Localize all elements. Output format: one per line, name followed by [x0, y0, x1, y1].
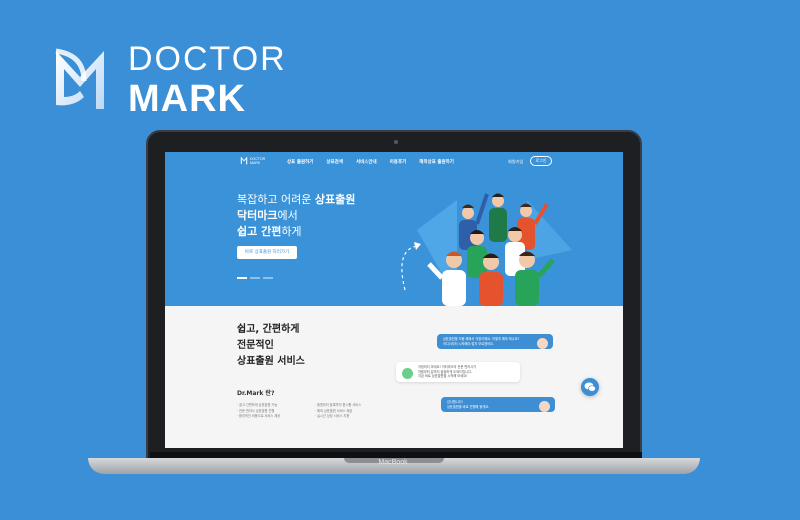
slider-dot-1[interactable] [237, 277, 247, 279]
chat-bubble-question: 상표출원을 처음 해봐서 걱정이에요. 어떻게 해야 하나요? 어디서부터 시작… [437, 334, 553, 350]
services-title-line-3: 상표출원 서비스 [237, 356, 305, 367]
site-logo[interactable]: DOCTOR MARK [240, 156, 265, 165]
laptop-screen: DOCTOR MARK 상표 출원하기 상표검색 서비스안내 이용후기 해외상표… [165, 152, 623, 448]
list-item: · 쉽고 간편하게 상표출원 가능 [237, 403, 278, 407]
nav-item-overseas[interactable]: 해외상표 출원하기 [419, 159, 454, 165]
brand-wordmark: DOCTOR MARK [128, 42, 287, 118]
doctor-avatar [402, 368, 413, 379]
nav-item-reviews[interactable]: 이용후기 [390, 159, 407, 165]
user-avatar [539, 401, 550, 412]
about-subtitle: Dr.Mark 란? [237, 390, 275, 397]
signup-link[interactable]: 회원가입 [508, 159, 523, 165]
list-item: · 실시간 상담 서비스 지원 [315, 414, 350, 419]
hero-line-3-light: 하게 [281, 225, 302, 238]
nav-item-search[interactable]: 상표검색 [326, 159, 343, 165]
laptop-frame: DOCTOR MARK 상표 출원하기 상표검색 서비스안내 이용후기 해외상표… [146, 130, 642, 460]
services-title-line-2: 전문적인 [237, 340, 274, 351]
site-logo-line-1: DOCTOR [250, 156, 266, 161]
login-button[interactable]: 로그인 [530, 156, 552, 166]
site-logo-line-2: MARK [250, 160, 261, 165]
slider-indicator [237, 277, 276, 279]
laptop-model-label: MacBook [378, 459, 408, 466]
nav-item-guide[interactable]: 서비스안내 [356, 159, 377, 165]
list-item: · 출원부터 등록까지 원스톱 서비스 [315, 403, 362, 407]
mini-logo-icon [240, 156, 248, 165]
services-title: 쉽고, 간편하게 전문적인 상표출원 서비스 [237, 322, 305, 370]
doctor-mark-logo-icon [55, 48, 104, 109]
chat-bubble-answer: 걱정하지 마세요! 닥터마크의 전문 변리사가 처음부터 끝까지 꼼꼼하게 도와… [396, 362, 520, 382]
chat-line: 상표출원을 바로 진행해 볼게요. [447, 404, 490, 409]
hero-cta-button[interactable]: 바로 상표출원 하러가기 [237, 246, 297, 259]
nav-item-apply[interactable]: 상표 출원하기 [287, 159, 313, 165]
features-list-left: · 쉽고 간편하게 상표출원 가능 · 전문 변리사 상표출원 진행 · 합리적… [237, 403, 280, 420]
team-illustration [401, 193, 572, 306]
list-item: · 합리적인 비용으로 서비스 제공 [237, 414, 281, 419]
services-title-line-1: 쉽고, 간편하게 [237, 324, 300, 335]
nav-menu: 상표 출원하기 상표검색 서비스안내 이용후기 해외상표 출원하기 [287, 159, 467, 165]
hero-section: DOCTOR MARK 상표 출원하기 상표검색 서비스안내 이용후기 해외상표… [165, 152, 623, 306]
brand-line-1: DOCTOR [128, 40, 287, 78]
hero-headline: 복잡하고 어려운 상표출원 닥터마크에서 쉽고 간편하게 [237, 192, 355, 240]
chat-line: 어디서부터 시작해야 할지 모르겠어요. [443, 341, 494, 346]
hero-line-3-bold: 쉽고 간편 [237, 225, 282, 238]
features-list-right: · 출원부터 등록까지 원스톱 서비스 · 해외 상표출원 서비스 제공 · 실… [315, 403, 361, 420]
brand-lockup: DOCTOR MARK [50, 42, 287, 118]
slider-dot-3[interactable] [263, 277, 273, 279]
site-nav: DOCTOR MARK 상표 출원하기 상표검색 서비스안내 이용후기 해외상표… [165, 152, 623, 172]
slider-dot-2[interactable] [250, 277, 260, 279]
hero-line-2-light: 에서 [277, 209, 298, 222]
chat-floating-button[interactable] [581, 378, 599, 396]
chat-line: 지금 바로 상표출원을 시작해 보세요! [418, 374, 468, 379]
hero-line-2-bold: 닥터마크 [237, 209, 278, 222]
chat-icon [584, 382, 596, 392]
brand-line-2: MARK [128, 78, 246, 120]
user-avatar [537, 338, 548, 349]
hero-line-1-bold: 상표출원 [314, 193, 356, 206]
hero-line-1-light: 복잡하고 어려운 [237, 193, 315, 206]
camera-icon [394, 140, 398, 144]
chat-bubble-thanks: 감사합니다! 상표출원을 바로 진행해 볼게요. [441, 397, 555, 413]
